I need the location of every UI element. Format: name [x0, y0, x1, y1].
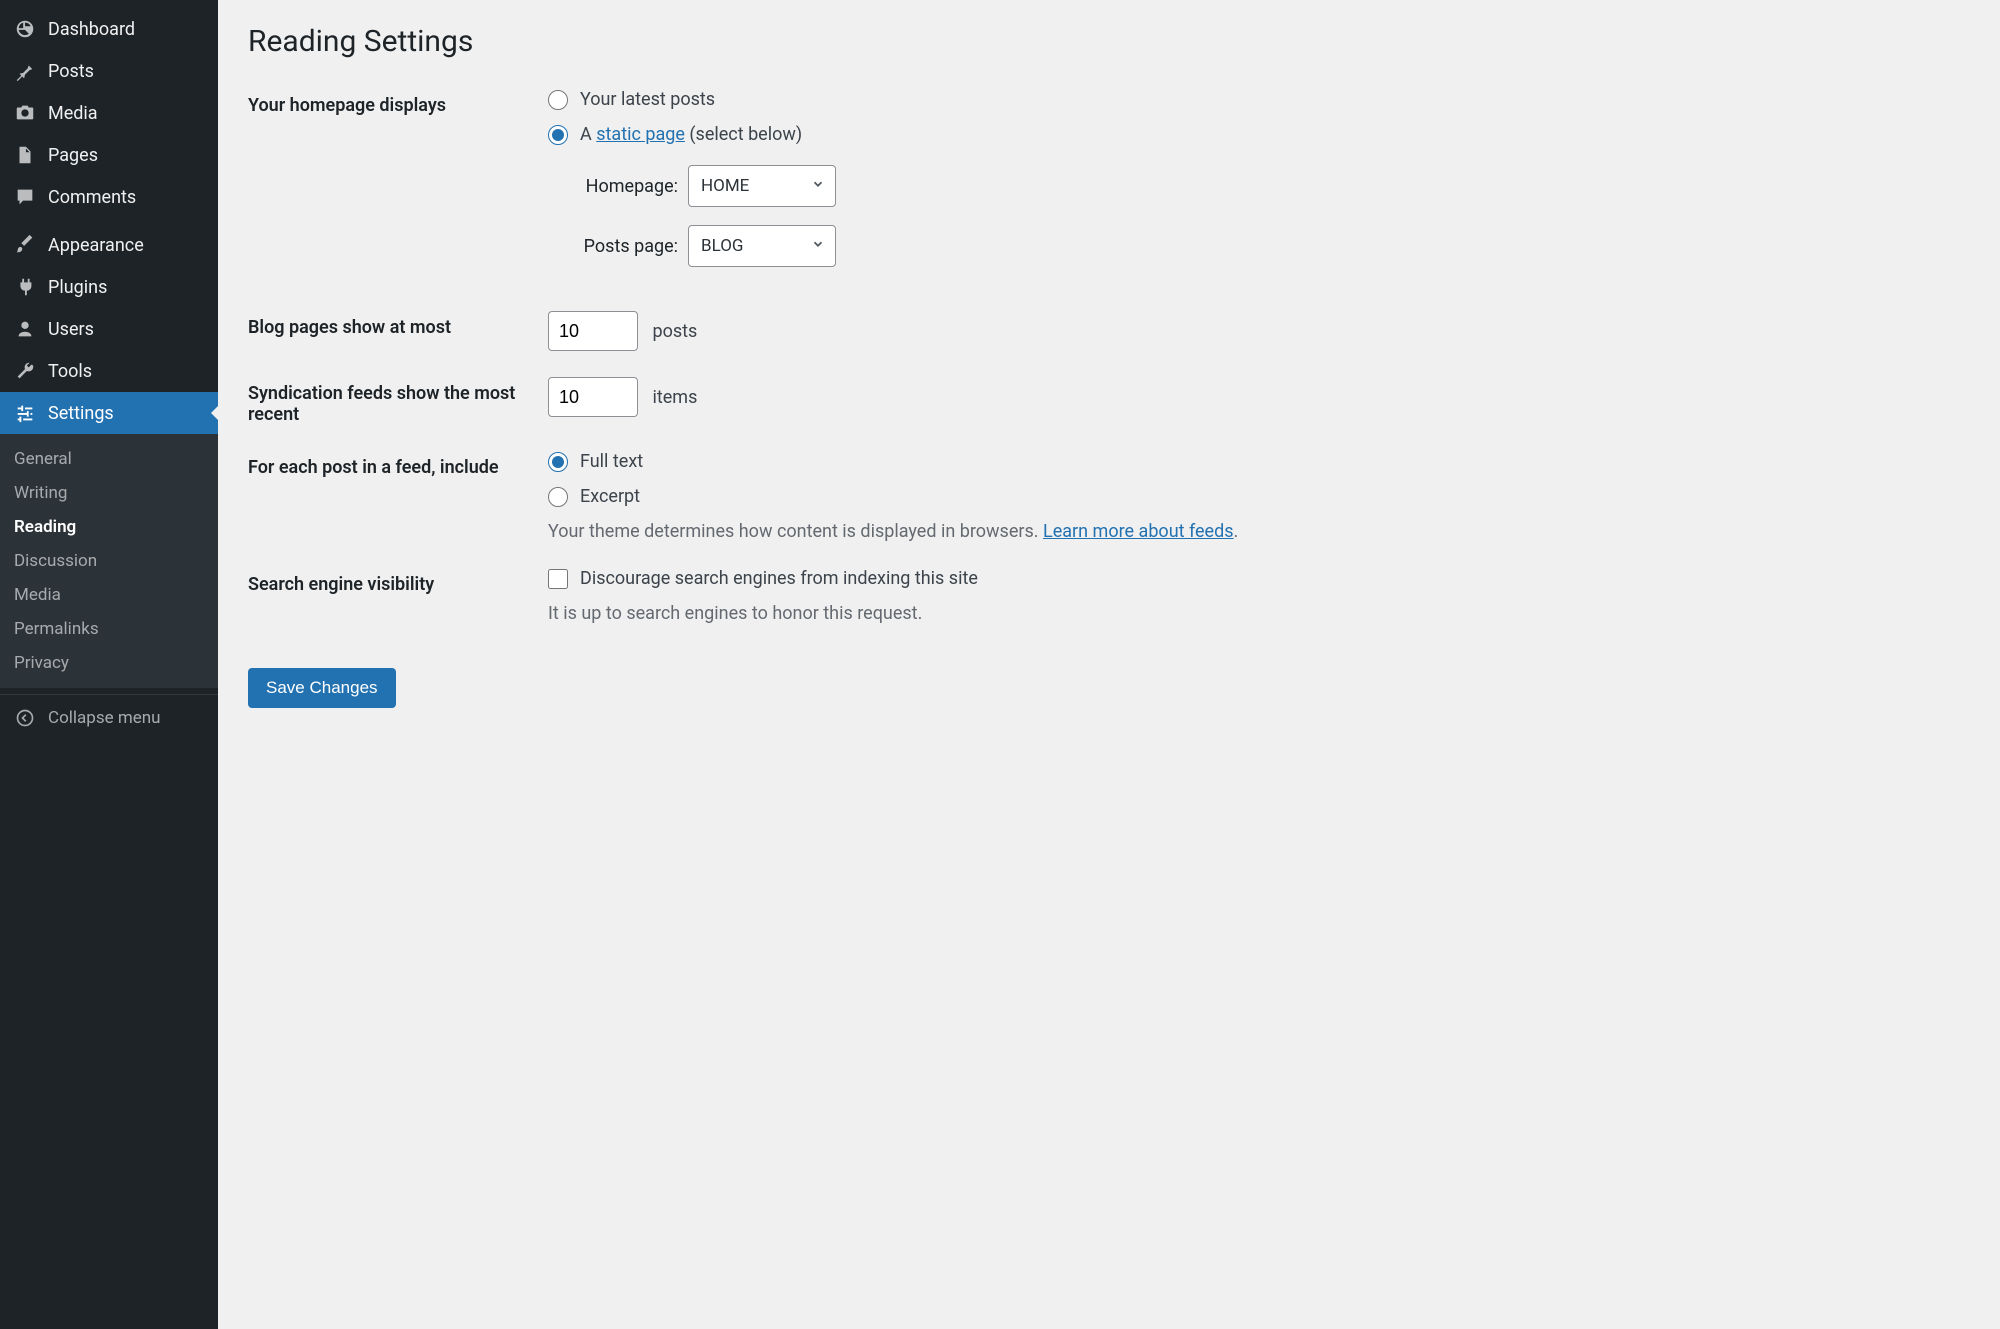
sidebar-item-settings[interactable]: Settings — [0, 392, 218, 434]
submenu-item-writing[interactable]: Writing — [0, 476, 218, 510]
discourage-checkbox[interactable] — [548, 569, 568, 589]
radio-full-text-input[interactable] — [548, 452, 568, 472]
postspage-select-label: Posts page: — [548, 236, 678, 257]
radio-full-text-label: Full text — [580, 451, 643, 472]
radio-latest-posts[interactable]: Your latest posts — [548, 89, 1970, 110]
radio-static-page-label: A static page (select below) — [580, 124, 802, 145]
page-title: Reading Settings — [248, 24, 1970, 59]
discourage-checkbox-label: Discourage search engines from indexing … — [580, 568, 978, 589]
radio-full-text[interactable]: Full text — [548, 451, 1970, 472]
sidebar-item-label: Tools — [48, 361, 92, 382]
sidebar-item-appearance[interactable]: Appearance — [0, 224, 218, 266]
sidebar-item-label: Media — [48, 103, 98, 124]
radio-latest-posts-input[interactable] — [548, 90, 568, 110]
sidebar-item-pages[interactable]: Pages — [0, 134, 218, 176]
comment-icon — [12, 186, 38, 208]
syndication-unit: items — [652, 387, 697, 408]
settings-submenu: General Writing Reading Discussion Media… — [0, 434, 218, 688]
radio-excerpt[interactable]: Excerpt — [548, 486, 1970, 507]
sliders-icon — [12, 402, 38, 424]
sidebar-item-label: Appearance — [48, 235, 144, 256]
wrench-icon — [12, 360, 38, 382]
submenu-item-reading[interactable]: Reading — [0, 510, 218, 544]
feed-include-label: For each post in a feed, include — [248, 451, 548, 478]
sidebar-item-plugins[interactable]: Plugins — [0, 266, 218, 308]
sidebar-item-dashboard[interactable]: Dashboard — [0, 8, 218, 50]
static-page-link[interactable]: static page — [596, 124, 685, 145]
discourage-checkbox-row[interactable]: Discourage search engines from indexing … — [548, 568, 1970, 589]
collapse-menu-button[interactable]: Collapse menu — [0, 694, 218, 741]
sidebar-item-tools[interactable]: Tools — [0, 350, 218, 392]
pin-icon — [12, 60, 38, 82]
sidebar-item-users[interactable]: Users — [0, 308, 218, 350]
blog-pages-label: Blog pages show at most — [248, 311, 548, 338]
radio-excerpt-input[interactable] — [548, 487, 568, 507]
postspage-select[interactable]: BLOG — [688, 225, 836, 267]
sidebar-item-posts[interactable]: Posts — [0, 50, 218, 92]
main-content: Reading Settings Your homepage displays … — [218, 0, 2000, 1329]
chevron-down-icon — [811, 237, 825, 255]
sidebar-item-label: Posts — [48, 61, 94, 82]
feed-include-description: Your theme determines how content is dis… — [548, 521, 1970, 542]
collapse-label: Collapse menu — [48, 708, 161, 728]
submenu-item-media[interactable]: Media — [0, 578, 218, 612]
page-icon — [12, 144, 38, 166]
learn-more-feeds-link[interactable]: Learn more about feeds — [1043, 521, 1234, 542]
homepage-displays-label: Your homepage displays — [248, 89, 548, 116]
dashboard-icon — [12, 18, 38, 40]
search-visibility-description: It is up to search engines to honor this… — [548, 603, 1970, 624]
radio-static-page-input[interactable] — [548, 125, 568, 145]
blog-pages-unit: posts — [652, 321, 697, 342]
chevron-down-icon — [811, 177, 825, 195]
radio-latest-posts-label: Your latest posts — [580, 89, 715, 110]
brush-icon — [12, 234, 38, 256]
plug-icon — [12, 276, 38, 298]
search-visibility-label: Search engine visibility — [248, 568, 548, 595]
camera-icon — [12, 102, 38, 124]
postspage-select-value: BLOG — [701, 236, 743, 256]
sidebar-item-label: Users — [48, 319, 94, 340]
blog-pages-input[interactable] — [548, 311, 638, 351]
homepage-select[interactable]: HOME — [688, 165, 836, 207]
syndication-label: Syndication feeds show the most recent — [248, 377, 548, 425]
submenu-item-discussion[interactable]: Discussion — [0, 544, 218, 578]
sidebar-item-label: Comments — [48, 187, 136, 208]
homepage-select-value: HOME — [701, 176, 749, 196]
radio-static-page[interactable]: A static page (select below) — [548, 124, 1970, 145]
collapse-icon — [12, 707, 38, 729]
submenu-item-general[interactable]: General — [0, 442, 218, 476]
radio-excerpt-label: Excerpt — [580, 486, 640, 507]
sidebar-item-comments[interactable]: Comments — [0, 176, 218, 218]
user-icon — [12, 318, 38, 340]
submenu-item-permalinks[interactable]: Permalinks — [0, 612, 218, 646]
syndication-input[interactable] — [548, 377, 638, 417]
admin-sidebar: Dashboard Posts Media Pages Comments — [0, 0, 218, 1329]
sidebar-item-label: Pages — [48, 145, 98, 166]
submenu-item-privacy[interactable]: Privacy — [0, 646, 218, 680]
sidebar-item-label: Settings — [48, 403, 114, 424]
sidebar-item-label: Plugins — [48, 277, 107, 298]
sidebar-item-media[interactable]: Media — [0, 92, 218, 134]
sidebar-item-label: Dashboard — [48, 19, 135, 40]
homepage-select-label: Homepage: — [548, 176, 678, 197]
save-changes-button[interactable]: Save Changes — [248, 668, 396, 708]
